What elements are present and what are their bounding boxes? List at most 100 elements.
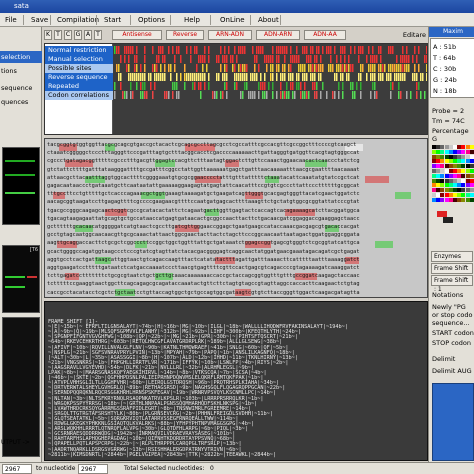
track-mark: [268, 82, 270, 90]
track-label-possible-sites[interactable]: Possible sites: [45, 64, 113, 73]
track-mark: [342, 73, 344, 81]
track-mark: [388, 73, 390, 81]
track-mark: [400, 64, 402, 72]
track-label-repeated-sequences[interactable]: Repeated sequences: [45, 82, 113, 99]
palette-swatch[interactable]: [469, 193, 474, 197]
translation-view[interactable]: FRAME SHIFT [1]- ~|E|~15b~|~ EFRFLTILGNSA…: [44, 301, 428, 461]
palette-swatch[interactable]: [469, 183, 474, 188]
track-mark: [416, 91, 418, 99]
from-value: 2967: [5, 466, 21, 473]
left-tab-sequences[interactable]: quences: [0, 96, 42, 108]
track-mark: [266, 91, 268, 99]
palette-swatch[interactable]: [469, 159, 474, 164]
track-mark: [256, 73, 258, 81]
toolbar-letter[interactable]: C: [64, 30, 72, 40]
count-c: C : 30b: [433, 65, 457, 73]
toolbar-letter[interactable]: T: [54, 30, 62, 40]
palette-swatch[interactable]: [469, 149, 474, 154]
sequence-highlight[interactable]: [375, 241, 393, 248]
sequence-view[interactable]: tacgcggtgtggtggttacgcgcagcgtgaccgctacact…: [44, 138, 428, 298]
palette-swatch[interactable]: [469, 145, 474, 149]
menu-options[interactable]: Options: [138, 13, 165, 27]
toolbar-letter[interactable]: K: [44, 30, 52, 40]
track-mark: [208, 73, 210, 81]
track-mark: [298, 64, 300, 72]
track-mark: [118, 46, 120, 54]
track-mark: [312, 46, 314, 54]
left-tab-options[interactable]: tions: [0, 65, 42, 77]
frame-shift-value[interactable]: Frame Shift : 1: [431, 275, 473, 293]
menu-online[interactable]: OnLine: [220, 13, 245, 27]
menu-file[interactable]: File: [5, 13, 17, 27]
track-mark: [418, 46, 420, 54]
track-mark: [282, 64, 284, 72]
track-mark: [204, 82, 206, 90]
reverse-button[interactable]: Reverse: [166, 30, 204, 40]
track-label-manual-selection[interactable]: Manual selection: [45, 55, 113, 64]
left-tab-sequence[interactable]: sequence: [0, 82, 42, 94]
track-mark: [216, 91, 218, 99]
palette-swatch[interactable]: [469, 173, 474, 178]
track-mark: [178, 46, 180, 54]
palette-swatch[interactable]: [469, 178, 474, 183]
track-mark: [330, 64, 332, 72]
track-mark: [314, 73, 316, 81]
frame-shift-select[interactable]: Frame Shift :: [431, 263, 473, 281]
track-mark: [136, 64, 138, 72]
palette-swatch[interactable]: [469, 197, 474, 202]
sequence-highlight[interactable]: [395, 192, 411, 199]
count-g: G : 24b: [433, 76, 457, 84]
to-field[interactable]: 2967: [78, 464, 108, 474]
track-mark: [292, 73, 294, 81]
left-tab-selection[interactable]: selection: [0, 51, 42, 63]
toolbar-letter[interactable]: A: [84, 30, 92, 40]
palette-swatch[interactable]: [469, 154, 474, 159]
track-mark: [374, 55, 376, 63]
adn-aa-button[interactable]: ADN-AA: [304, 30, 346, 40]
track-mark: [184, 73, 186, 81]
track-label-codon-correlations[interactable]: Codon correlations: [45, 91, 113, 100]
enzymes-button[interactable]: Enzymes: [431, 251, 473, 262]
track-mark: [344, 55, 346, 63]
track-mark: [346, 64, 348, 72]
track-mark: [406, 55, 408, 63]
track-mark: [170, 64, 172, 72]
track-mark: [412, 73, 414, 81]
track-mark: [292, 82, 294, 90]
right-info-box: [432, 383, 474, 461]
track-mark: [260, 82, 262, 90]
from-field[interactable]: 2967: [2, 464, 32, 474]
track-mark: [328, 64, 330, 72]
to-value: 2967: [81, 466, 97, 473]
track-mark: [334, 73, 336, 81]
track-label-reverse-sequence[interactable]: Reverse sequence: [45, 73, 113, 82]
palette-swatch[interactable]: [469, 188, 474, 193]
color-palette[interactable]: [432, 145, 474, 205]
track-mark: [134, 55, 136, 63]
adn-arn-button[interactable]: ADN-ARN: [256, 30, 300, 40]
sequence-line: tgacgccgggcaagagcaactcggtcgccgcatacactat…: [47, 207, 360, 214]
toolbar-letter[interactable]: T: [94, 30, 102, 40]
palette-swatch[interactable]: [469, 164, 474, 169]
sequence-highlight[interactable]: [365, 176, 389, 183]
track-mark: [300, 64, 302, 72]
delimit-aug-checkbox[interactable]: Delimit AUG: [432, 367, 472, 375]
track-mark: [140, 64, 142, 72]
count-t: T : 64b: [433, 54, 456, 62]
track-mark: [378, 64, 380, 72]
menu-start[interactable]: Start: [104, 13, 121, 27]
antisense-button[interactable]: Antisense: [112, 30, 162, 40]
track-mark: [284, 55, 286, 63]
track-mark: [144, 46, 146, 54]
secondary-color-swatch[interactable]: [443, 217, 453, 223]
track-mark: [202, 73, 204, 81]
track-label-normal-restriction[interactable]: Normal restriction: [45, 46, 113, 55]
menu-help[interactable]: Help: [184, 13, 200, 27]
menu-compilation[interactable]: Compilation: [57, 13, 99, 27]
menu-save[interactable]: Save: [31, 13, 48, 27]
arn-adn-button[interactable]: ARN-ADN: [208, 30, 252, 40]
palette-swatch[interactable]: [469, 169, 474, 173]
menu-about[interactable]: About: [258, 13, 279, 27]
toolbar-letter[interactable]: G: [74, 30, 82, 40]
track-mark: [252, 91, 254, 99]
